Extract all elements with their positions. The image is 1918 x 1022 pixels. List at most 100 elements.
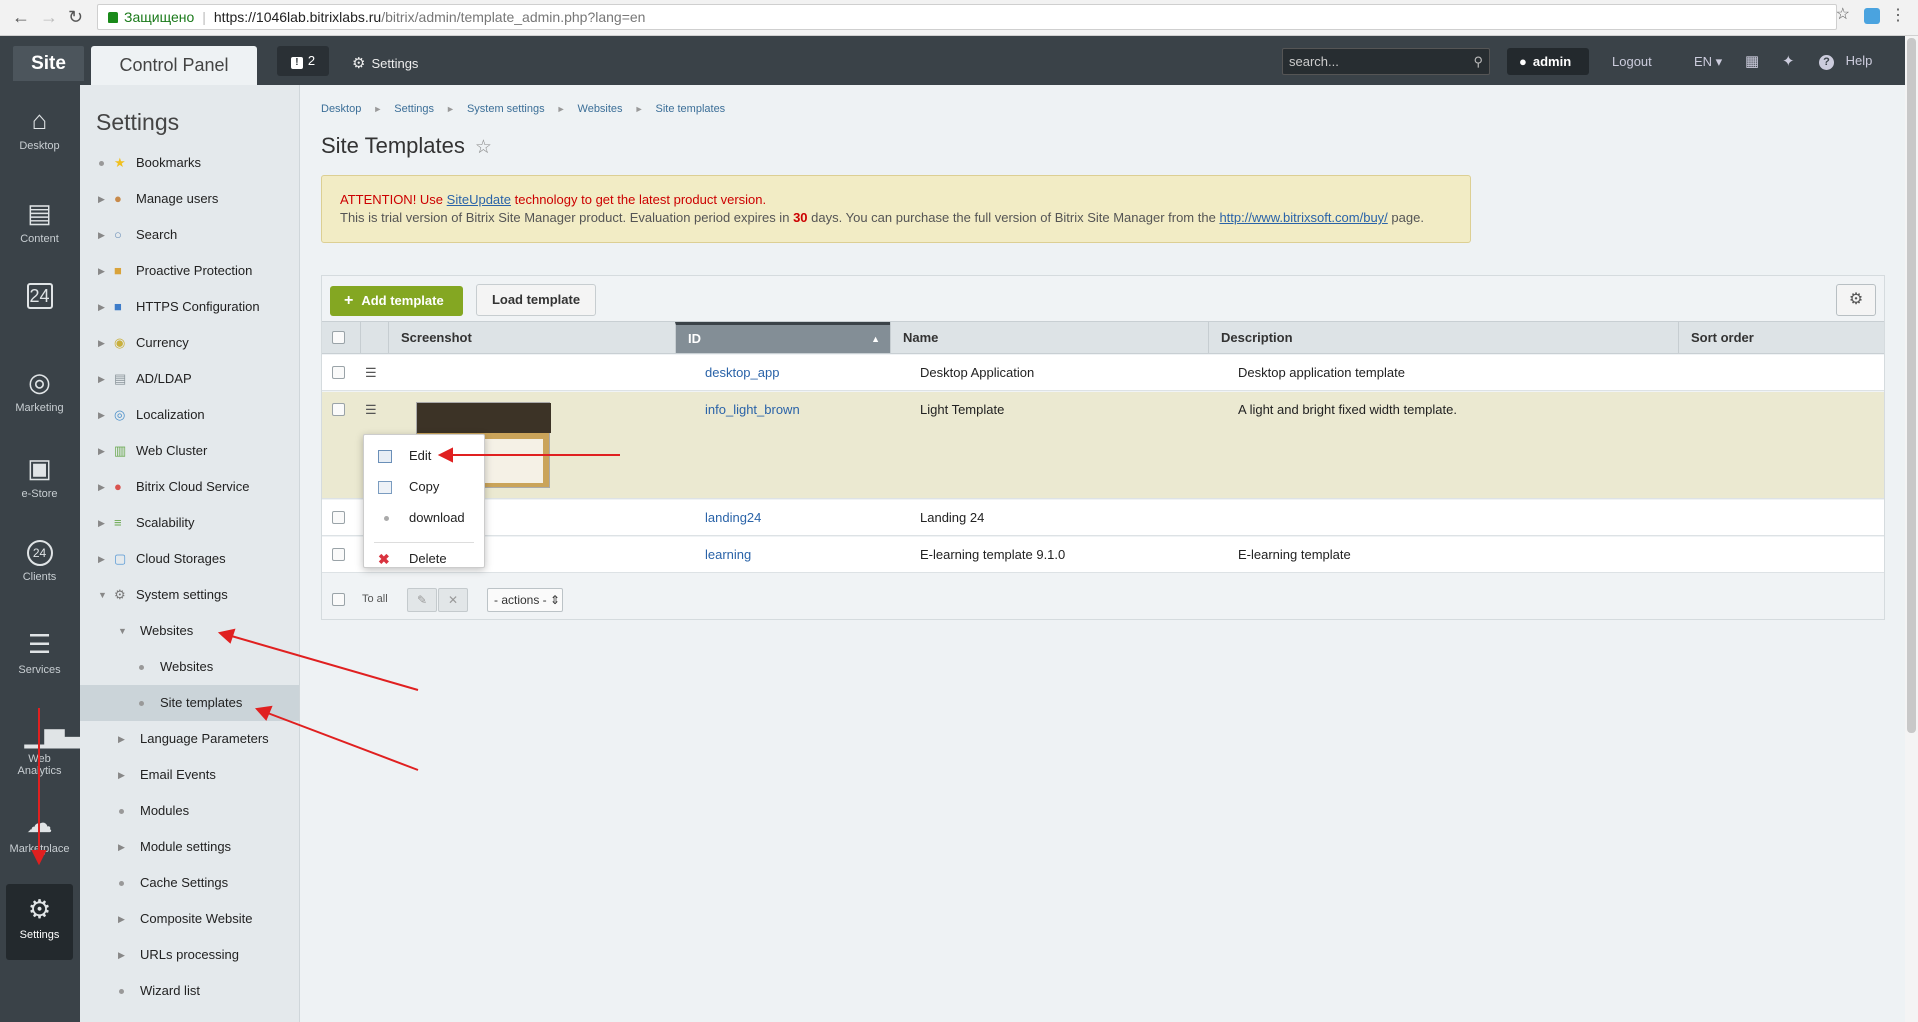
expand-arrow-icon[interactable]: ▶: [98, 397, 106, 433]
sidebar-item[interactable]: ▶ ≡ Scalability: [80, 505, 299, 541]
sidebar-item[interactable]: ▶ ▤ AD/LDAP: [80, 361, 299, 397]
expand-arrow-icon[interactable]: ▶: [98, 289, 106, 325]
site-tab[interactable]: Site: [13, 46, 84, 81]
breadcrumb-item[interactable]: Settings: [394, 103, 434, 115]
control-panel-tab[interactable]: Control Panel: [91, 46, 257, 85]
sidebar-item[interactable]: ▶ Module settings: [80, 829, 299, 865]
load-template-button[interactable]: Load template: [476, 284, 596, 316]
row-checkbox[interactable]: [332, 366, 345, 379]
sidebar-item[interactable]: ▶ ■ HTTPS Configuration: [80, 289, 299, 325]
search-input[interactable]: search... ⚲: [1282, 48, 1490, 75]
breadcrumb-item[interactable]: Desktop: [321, 103, 361, 115]
grid-settings-button[interactable]: ⚙: [1836, 284, 1876, 316]
bookmark-star-icon[interactable]: ☆: [1836, 4, 1850, 24]
sidebar-item[interactable]: ▶ ■ Proactive Protection: [80, 253, 299, 289]
expand-arrow-icon[interactable]: ▶: [98, 181, 106, 217]
sidebar-item[interactable]: ▶ ● Bitrix Cloud Service: [80, 469, 299, 505]
sidebar-item[interactable]: Modules: [80, 793, 299, 829]
sidebar-item[interactable]: ▶ ◉ Currency: [80, 325, 299, 361]
row-id-link[interactable]: info_light_brown: [705, 402, 800, 417]
group-delete-button[interactable]: ✕: [438, 588, 468, 612]
calculator-icon[interactable]: ▦: [1745, 52, 1759, 70]
table-row[interactable]: learning E-learning template 9.1.0 E-lea…: [322, 537, 1884, 573]
expand-arrow-icon[interactable]: ▶: [98, 325, 106, 361]
row-id-link[interactable]: landing24: [705, 510, 761, 525]
breadcrumb-item[interactable]: Websites: [578, 103, 623, 115]
sidebar-item[interactable]: ▶ URLs processing: [80, 937, 299, 973]
sidebar-item[interactable]: ▼ Websites: [80, 613, 299, 649]
sidebar-item[interactable]: ▶ ● Manage users: [80, 181, 299, 217]
expand-arrow-icon[interactable]: ▶: [98, 505, 106, 541]
rail-desktop[interactable]: ⌂ Desktop: [6, 95, 73, 167]
sidebar-item[interactable]: ▶ Composite Website: [80, 901, 299, 937]
expand-arrow-icon[interactable]: ▶: [118, 721, 126, 757]
back-icon[interactable]: ←: [12, 8, 30, 26]
rail-calendar[interactable]: 24: [6, 273, 73, 345]
sidebar-item[interactable]: Cache Settings: [80, 865, 299, 901]
expand-arrow-icon[interactable]: ▶: [118, 829, 126, 865]
table-row[interactable]: landing24 Landing 24: [322, 500, 1884, 536]
menu-item-copy[interactable]: Copy: [364, 472, 484, 502]
sidebar-item[interactable]: ▶ ▥ Web Cluster: [80, 433, 299, 469]
table-row[interactable]: ☰ desktop_app Desktop Application Deskto…: [322, 355, 1884, 391]
sidebar-item[interactable]: Site templates: [80, 685, 299, 721]
sidebar-item[interactable]: ▶ ▢ Cloud Storages: [80, 541, 299, 577]
row-id-link[interactable]: learning: [705, 547, 751, 562]
header-id[interactable]: ID ▲: [675, 322, 890, 353]
expand-arrow-icon[interactable]: ▶: [98, 469, 106, 505]
buy-link[interactable]: http://www.bitrixsoft.com/buy/: [1219, 210, 1387, 225]
header-sort-order[interactable]: Sort order: [1678, 322, 1884, 353]
notifications-button[interactable]: ! 2: [277, 46, 329, 76]
actions-select[interactable]: - actions - ⇕: [487, 588, 563, 612]
header-screenshot[interactable]: Screenshot: [388, 322, 675, 353]
user-menu-button[interactable]: ● admin: [1507, 48, 1589, 75]
rail-services[interactable]: ☰ Services: [6, 619, 73, 691]
forward-icon[interactable]: →: [40, 8, 58, 26]
rail-estore[interactable]: ▣ e-Store: [6, 443, 73, 515]
browser-menu-icon[interactable]: ⋮: [1890, 5, 1906, 25]
row-checkbox[interactable]: [332, 403, 345, 416]
menu-item-download[interactable]: download: [364, 503, 484, 533]
rail-web-analytics[interactable]: ▁▅▃ Web Analytics: [6, 708, 84, 780]
rail-clients[interactable]: 24 Clients: [6, 530, 73, 602]
menu-item-delete[interactable]: ✖ Delete: [364, 549, 484, 569]
breadcrumb-item[interactable]: Site templates: [655, 103, 725, 115]
add-template-button[interactable]: + Add template: [330, 286, 463, 316]
favorite-star-icon[interactable]: ☆: [475, 137, 492, 158]
table-row[interactable]: ☰ info_light_brown Light Template A ligh…: [322, 392, 1884, 499]
row-id-link[interactable]: desktop_app: [705, 365, 779, 380]
expand-arrow-icon[interactable]: ▶: [118, 901, 126, 937]
apply-to-all-checkbox[interactable]: [332, 593, 345, 606]
menu-item-edit[interactable]: Edit: [364, 441, 484, 471]
language-selector[interactable]: EN ▾: [1694, 54, 1722, 70]
sidebar-item[interactable]: Websites: [80, 649, 299, 685]
reload-icon[interactable]: ↻: [68, 8, 83, 26]
expand-arrow-icon[interactable]: ▶: [98, 217, 106, 253]
expand-arrow-icon[interactable]: ▶: [118, 937, 126, 973]
expand-arrow-icon[interactable]: ▶: [98, 433, 106, 469]
row-checkbox[interactable]: [332, 548, 345, 561]
row-checkbox[interactable]: [332, 511, 345, 524]
sidebar-item[interactable]: ▶ ◎ Localization: [80, 397, 299, 433]
siteupdate-link[interactable]: SiteUpdate: [447, 192, 511, 207]
rail-marketing[interactable]: ◎ Marketing: [6, 357, 73, 429]
page-scrollbar[interactable]: [1905, 36, 1918, 1022]
rail-marketplace[interactable]: ☁ Marketplace: [6, 798, 73, 870]
header-description[interactable]: Description: [1208, 322, 1678, 353]
sidebar-item[interactable]: Wizard list: [80, 973, 299, 1009]
select-all-checkbox[interactable]: [332, 331, 345, 344]
help-link[interactable]: ? Help: [1819, 53, 1872, 70]
sidebar-item[interactable]: ▶ Email Events: [80, 757, 299, 793]
logout-link[interactable]: Logout: [1612, 54, 1652, 69]
sidebar-item[interactable]: ▼ ⚙ System settings: [80, 577, 299, 613]
row-menu-icon[interactable]: ☰: [365, 365, 377, 381]
settings-link[interactable]: ⚙ Settings: [352, 54, 418, 72]
extension-icon[interactable]: [1864, 8, 1880, 24]
breadcrumb-item[interactable]: System settings: [467, 103, 545, 115]
sidebar-item[interactable]: ▶ ○ Search: [80, 217, 299, 253]
pin-icon[interactable]: ✦: [1782, 52, 1795, 70]
address-bar[interactable]: Защищено | https://1046lab.bitrixlabs.ru/b…: [97, 4, 1837, 30]
expand-arrow-icon[interactable]: ▶: [98, 541, 106, 577]
sidebar-item[interactable]: ▶ Language Parameters: [80, 721, 299, 757]
rail-settings[interactable]: ⚙ Settings: [6, 884, 73, 960]
